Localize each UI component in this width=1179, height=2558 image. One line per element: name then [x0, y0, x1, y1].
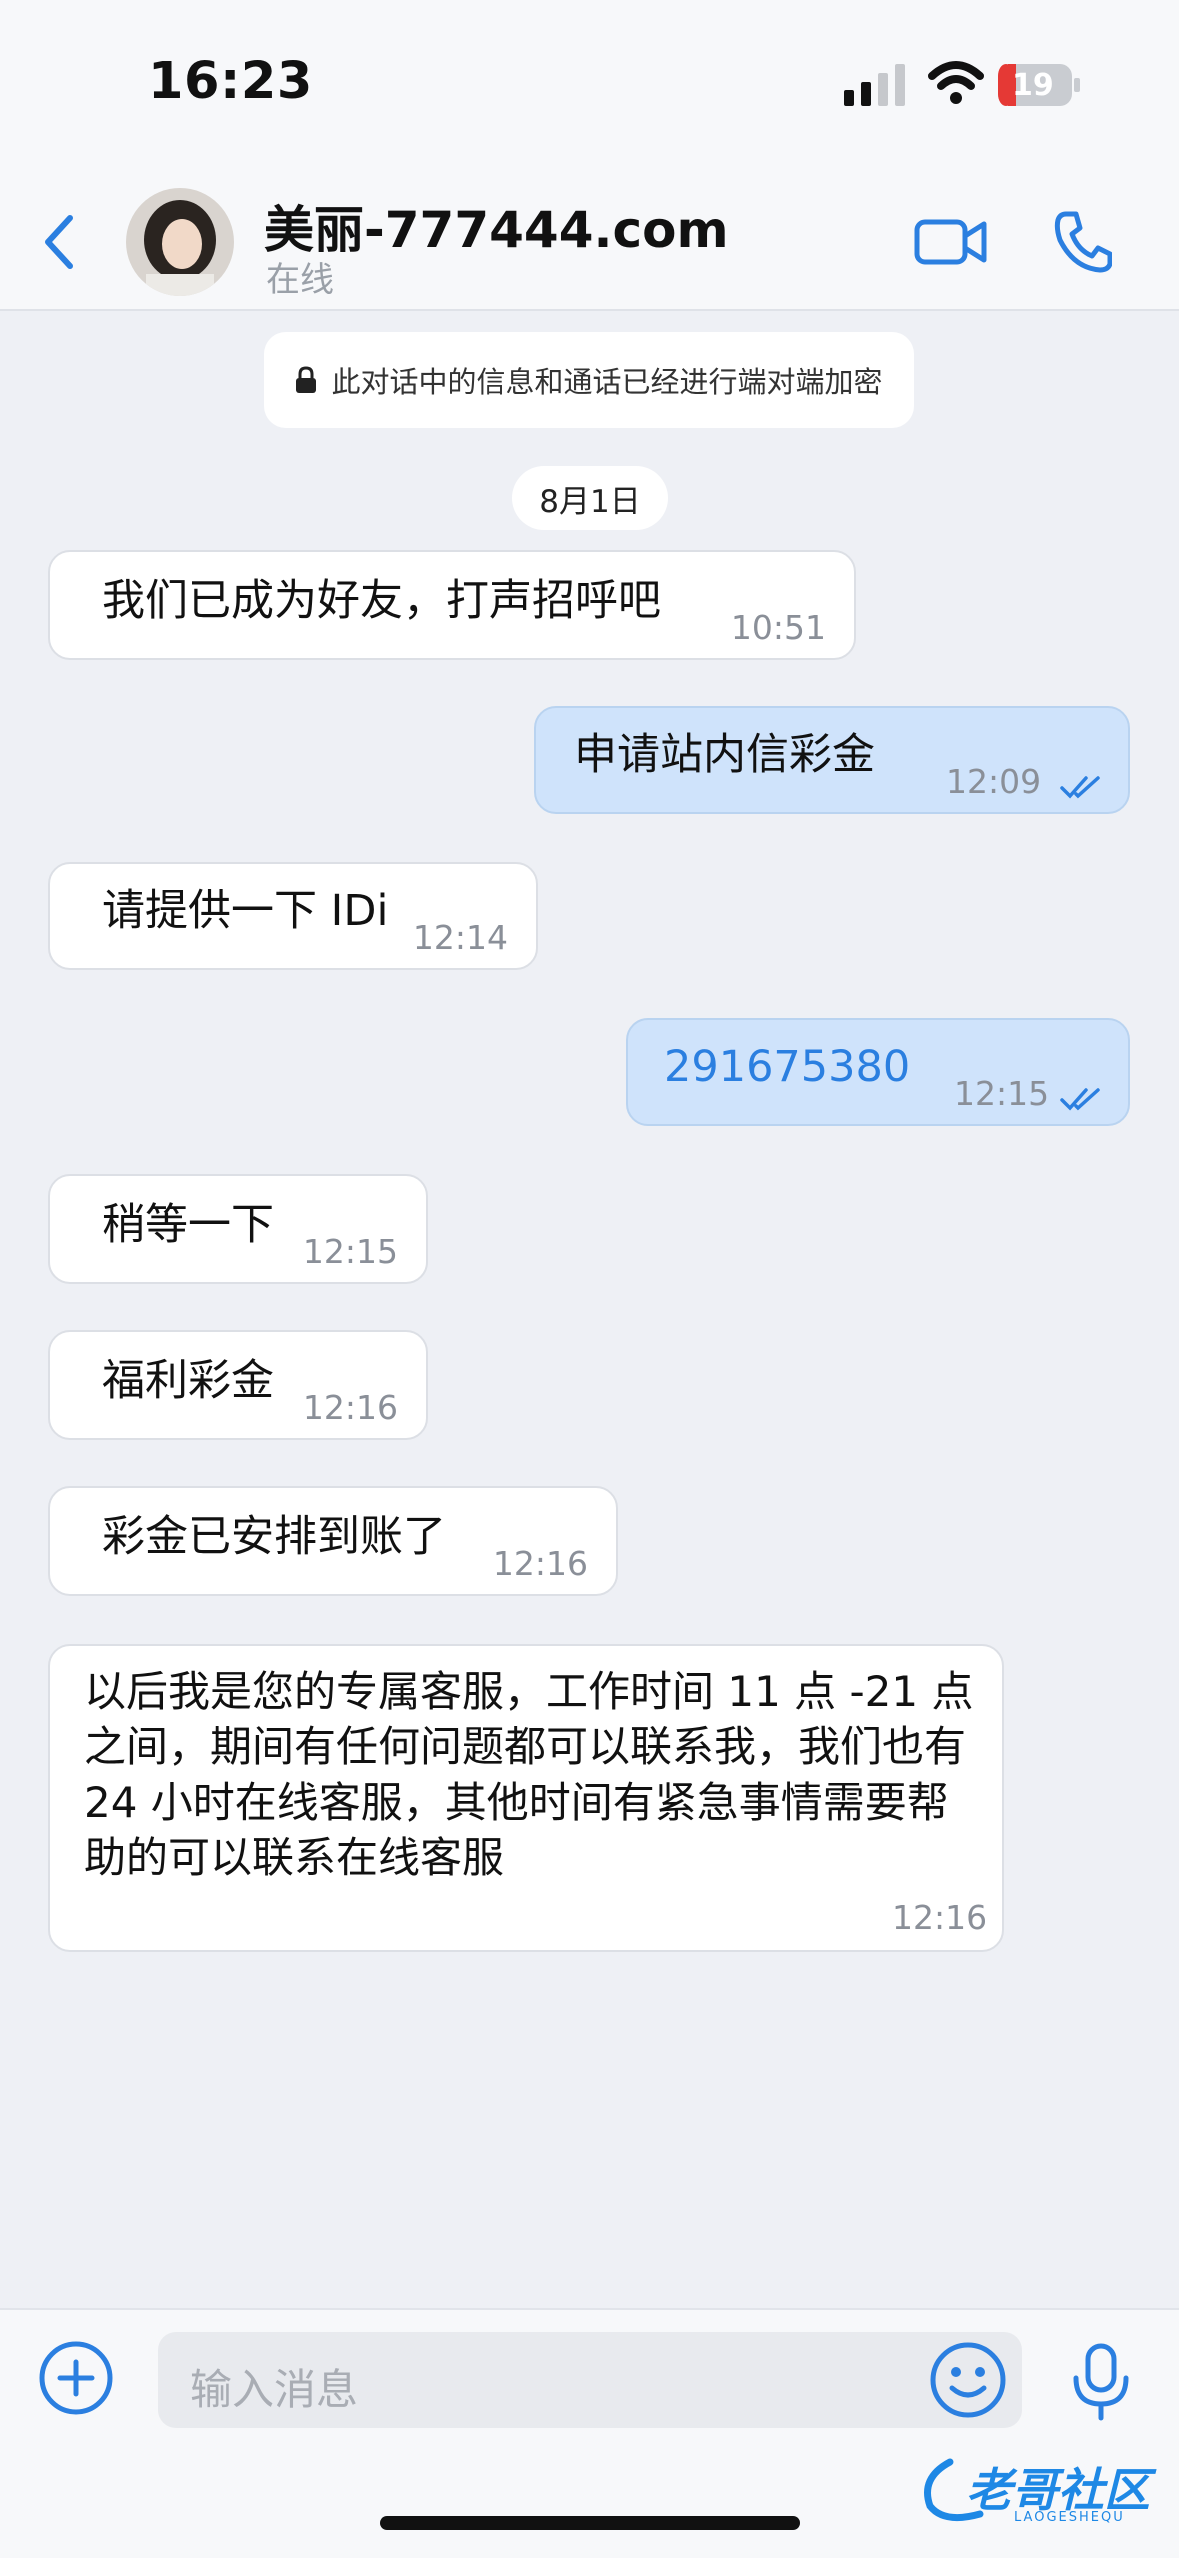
video-call-icon[interactable]: [914, 212, 988, 272]
message-bubble-incoming[interactable]: 请提供一下 IDi 12:14: [48, 862, 538, 970]
microphone-icon[interactable]: [1070, 2342, 1132, 2422]
message-bubble-outgoing[interactable]: 申请站内信彩金 12:09: [534, 706, 1130, 814]
back-chevron-icon[interactable]: [40, 212, 76, 272]
message-time: 12:16: [492, 1544, 588, 1583]
battery-icon: 19: [998, 64, 1080, 106]
message-text: 福利彩金: [102, 1356, 274, 1406]
message-text: 稍等一下: [102, 1200, 274, 1250]
contact-avatar[interactable]: [126, 188, 234, 296]
message-time: 12:15: [954, 1074, 1050, 1113]
status-time: 16:23: [148, 52, 313, 111]
message-text: 以后我是您的专属客服，工作时间 11 点 -21 点之间，期间有任何问题都可以联…: [84, 1667, 974, 1883]
message-text: 我们已成为好友，打声招呼吧: [102, 576, 661, 626]
message-bubble-incoming[interactable]: 福利彩金 12:16: [48, 1330, 428, 1440]
watermark-subtext: LAOGESHEQU: [1014, 2510, 1125, 2525]
phone-call-icon[interactable]: [1052, 210, 1112, 274]
plus-icon[interactable]: [38, 2340, 114, 2416]
message-text: 彩金已安排到账了: [102, 1512, 446, 1562]
message-time: 12:15: [302, 1232, 398, 1271]
read-check-icon: [1060, 1088, 1100, 1111]
message-time: 12:09: [946, 762, 1042, 801]
message-time: 10:51: [730, 608, 826, 647]
wifi-icon: [928, 61, 984, 104]
contact-status: 在线: [266, 260, 334, 300]
home-indicator: [380, 2516, 800, 2530]
message-input-placeholder: 输入消息: [190, 2365, 359, 2414]
read-check-icon: [1060, 776, 1100, 799]
message-bubble-incoming[interactable]: 我们已成为好友，打声招呼吧 10:51: [48, 550, 856, 660]
message-text: 申请站内信彩金: [574, 730, 875, 780]
message-bubble-incoming[interactable]: 稍等一下 12:15: [48, 1174, 428, 1284]
encryption-notice-text: 此对话中的信息和通话已经进行端对端加密: [331, 365, 883, 399]
emoji-icon[interactable]: [928, 2340, 1008, 2420]
battery-level: 19: [1012, 68, 1054, 103]
lock-icon: [296, 366, 317, 393]
cellular-signal-icon: [844, 64, 905, 106]
message-bubble-outgoing[interactable]: 291675380 12:15: [626, 1018, 1130, 1126]
watermark-logo: 老哥社区 LAOGESHEQU: [910, 2448, 1170, 2528]
message-text[interactable]: 291675380: [664, 1042, 910, 1094]
message-time: 12:16: [892, 1898, 988, 1937]
message-text: 请提供一下 IDi: [102, 886, 389, 936]
date-divider: 8月1日: [512, 466, 668, 530]
message-time: 12:16: [302, 1388, 398, 1427]
message-bubble-incoming[interactable]: 彩金已安排到账了 12:16: [48, 1486, 618, 1596]
message-time: 12:14: [412, 918, 508, 957]
encryption-notice: 此对话中的信息和通话已经进行端对端加密: [264, 332, 914, 428]
